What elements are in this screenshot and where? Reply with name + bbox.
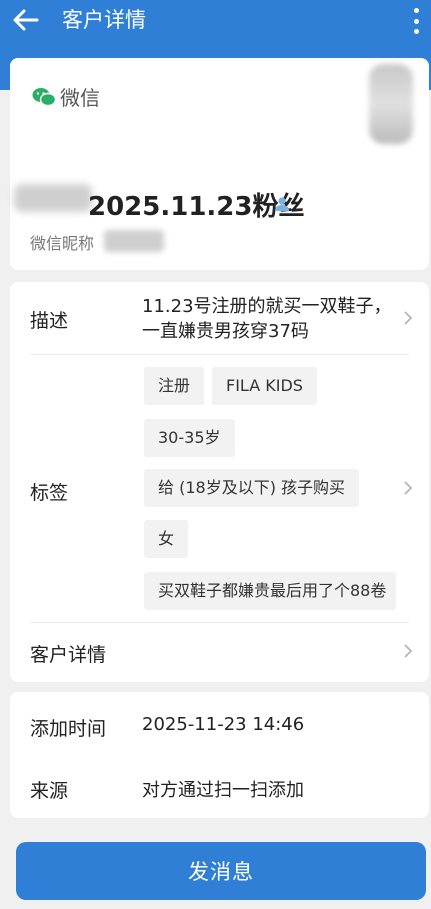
chevron-right-icon [404, 644, 413, 658]
source-label: 来源 [30, 780, 69, 802]
tag-chip: FILA KIDS [212, 367, 317, 405]
info-card: 描述 11.23号注册的就买一双鞋子，一直嫌贵男孩穿37码 标签 注册 FILA… [10, 282, 429, 682]
tag-chip: 女 [144, 520, 189, 558]
page-title: 客户详情 [62, 8, 146, 32]
customer-detail-label: 客户详情 [30, 644, 107, 666]
description-label: 描述 [30, 310, 69, 332]
profile-card: 微信 2025.11.23粉丝 微信昵称 [10, 58, 429, 270]
tag-chip: 注册 [144, 367, 205, 405]
description-text: 11.23号注册的就买一双鞋子，一直嫌贵男孩穿37码 [142, 296, 392, 342]
avatar[interactable] [369, 64, 413, 144]
source-value: 对方通过扫一扫添加 [142, 780, 304, 801]
tag-chip: 给 (18岁及以下) 孩子购买 [144, 469, 360, 507]
wechat-icon [32, 87, 56, 106]
divider [30, 354, 409, 355]
person-icon [275, 197, 289, 211]
tags-label: 标签 [30, 482, 69, 504]
customer-remark-title: 2025.11.23粉丝 [88, 192, 305, 222]
add-time-label: 添加时间 [30, 718, 107, 740]
nickname-label: 微信昵称 [30, 234, 95, 253]
blurred-name [14, 184, 92, 212]
wechat-source: 微信 [32, 82, 100, 111]
chevron-right-icon [404, 311, 413, 325]
divider [30, 622, 409, 623]
chevron-right-icon [404, 481, 413, 495]
back-arrow-icon[interactable] [10, 6, 42, 34]
blurred-nickname [104, 230, 164, 252]
more-menu-icon[interactable] [407, 6, 425, 36]
wechat-label: 微信 [60, 86, 100, 110]
add-time-value: 2025-11-23 14:46 [142, 714, 305, 735]
add-info-card: 添加时间 2025-11-23 14:46 来源 对方通过扫一扫添加 [10, 692, 429, 818]
tag-chip: 买双鞋子都嫌贵最后用了个88卷 [144, 572, 396, 610]
tag-chip: 30-35岁 [144, 419, 235, 457]
send-message-button[interactable]: 发消息 [16, 842, 426, 900]
